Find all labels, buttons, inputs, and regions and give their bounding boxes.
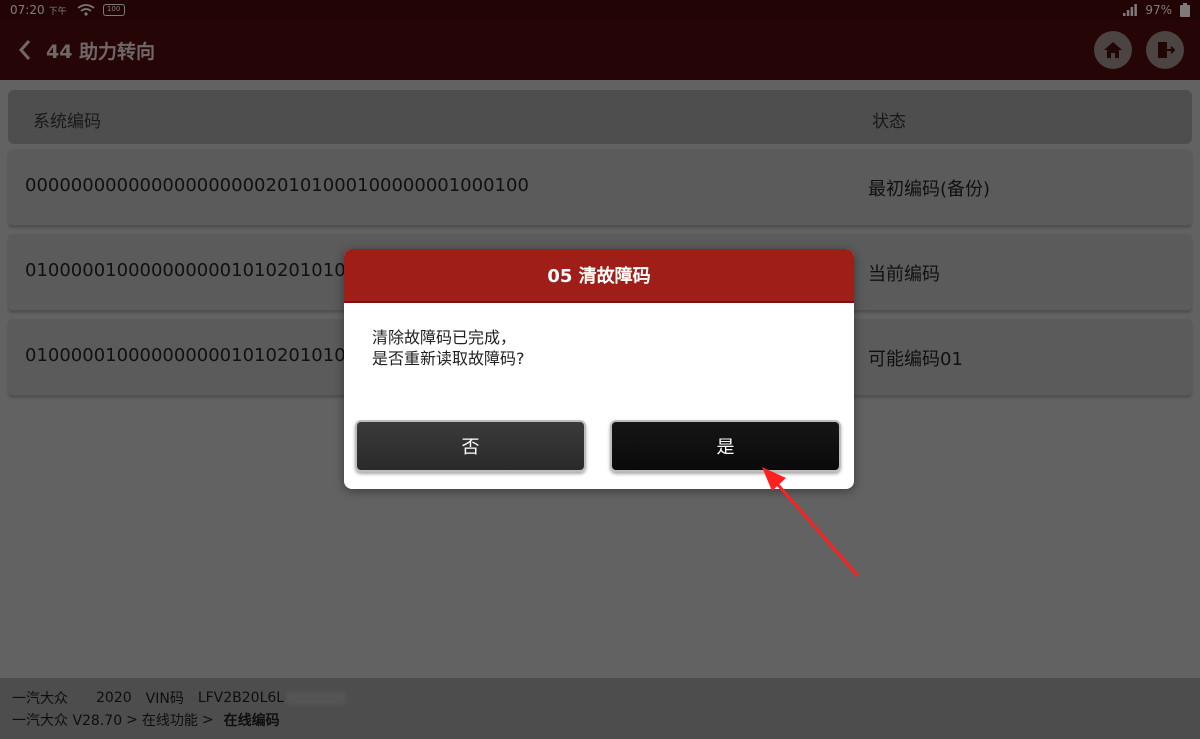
dialog-title: 05 清故障码 [344, 249, 854, 303]
clear-dtc-dialog: 05 清故障码 清除故障码已完成， 是否重新读取故障码? 否 是 [344, 249, 854, 489]
dialog-message-line1: 清除故障码已完成， [372, 328, 517, 347]
no-button[interactable]: 否 [355, 420, 586, 472]
dialog-message-line2: 是否重新读取故障码? [372, 349, 525, 368]
dialog-message: 清除故障码已完成， 是否重新读取故障码? [344, 303, 854, 419]
annotation-arrow-icon [762, 467, 860, 577]
